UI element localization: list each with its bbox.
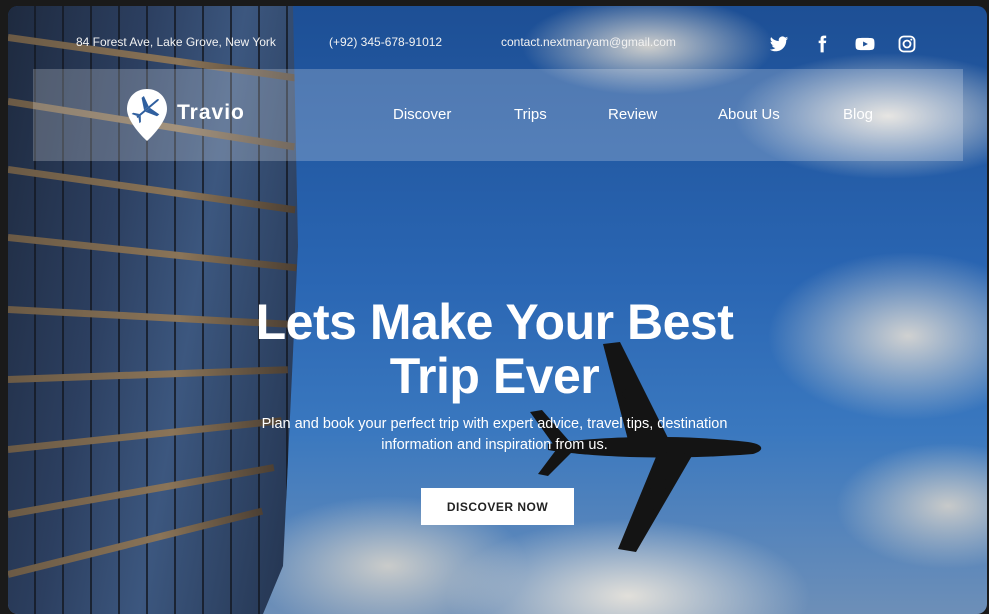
hero-subtitle-line-2: information and inspiration from us.	[381, 437, 608, 453]
nav-review[interactable]: Review	[608, 106, 657, 123]
nav-trips[interactable]: Trips	[514, 106, 547, 123]
nav-about-us[interactable]: About Us	[718, 106, 780, 123]
hero-title-line-2: Trip Ever	[389, 348, 600, 404]
building-floor	[8, 166, 296, 214]
nav-blog[interactable]: Blog	[843, 106, 873, 123]
hero-title: Lets Make Your Best Trip Ever	[0, 295, 989, 403]
building-floor	[8, 507, 264, 578]
youtube-icon[interactable]	[854, 34, 876, 54]
navbar	[33, 69, 963, 161]
logo-pin-plane-icon[interactable]	[124, 87, 170, 143]
hero-subtitle-line-1: Plan and book your perfect trip with exp…	[261, 416, 728, 432]
discover-now-button[interactable]: DISCOVER NOW	[421, 488, 574, 525]
facebook-icon[interactable]	[812, 34, 832, 54]
email-text[interactable]: contact.nextmaryam@gmail.com	[501, 35, 676, 49]
brand-name[interactable]: Travio	[177, 101, 245, 125]
twitter-icon[interactable]	[769, 34, 789, 54]
phone-text[interactable]: (+92) 345-678-91012	[329, 35, 442, 49]
building-floor	[8, 234, 297, 272]
hero-title-line-1: Lets Make Your Best	[255, 294, 734, 350]
hero-subtitle: Plan and book your perfect trip with exp…	[0, 414, 989, 456]
building-floor	[8, 464, 275, 518]
instagram-icon[interactable]	[897, 34, 917, 54]
address-text: 84 Forest Ave, Lake Grove, New York	[76, 35, 276, 49]
nav-discover[interactable]: Discover	[393, 106, 451, 123]
